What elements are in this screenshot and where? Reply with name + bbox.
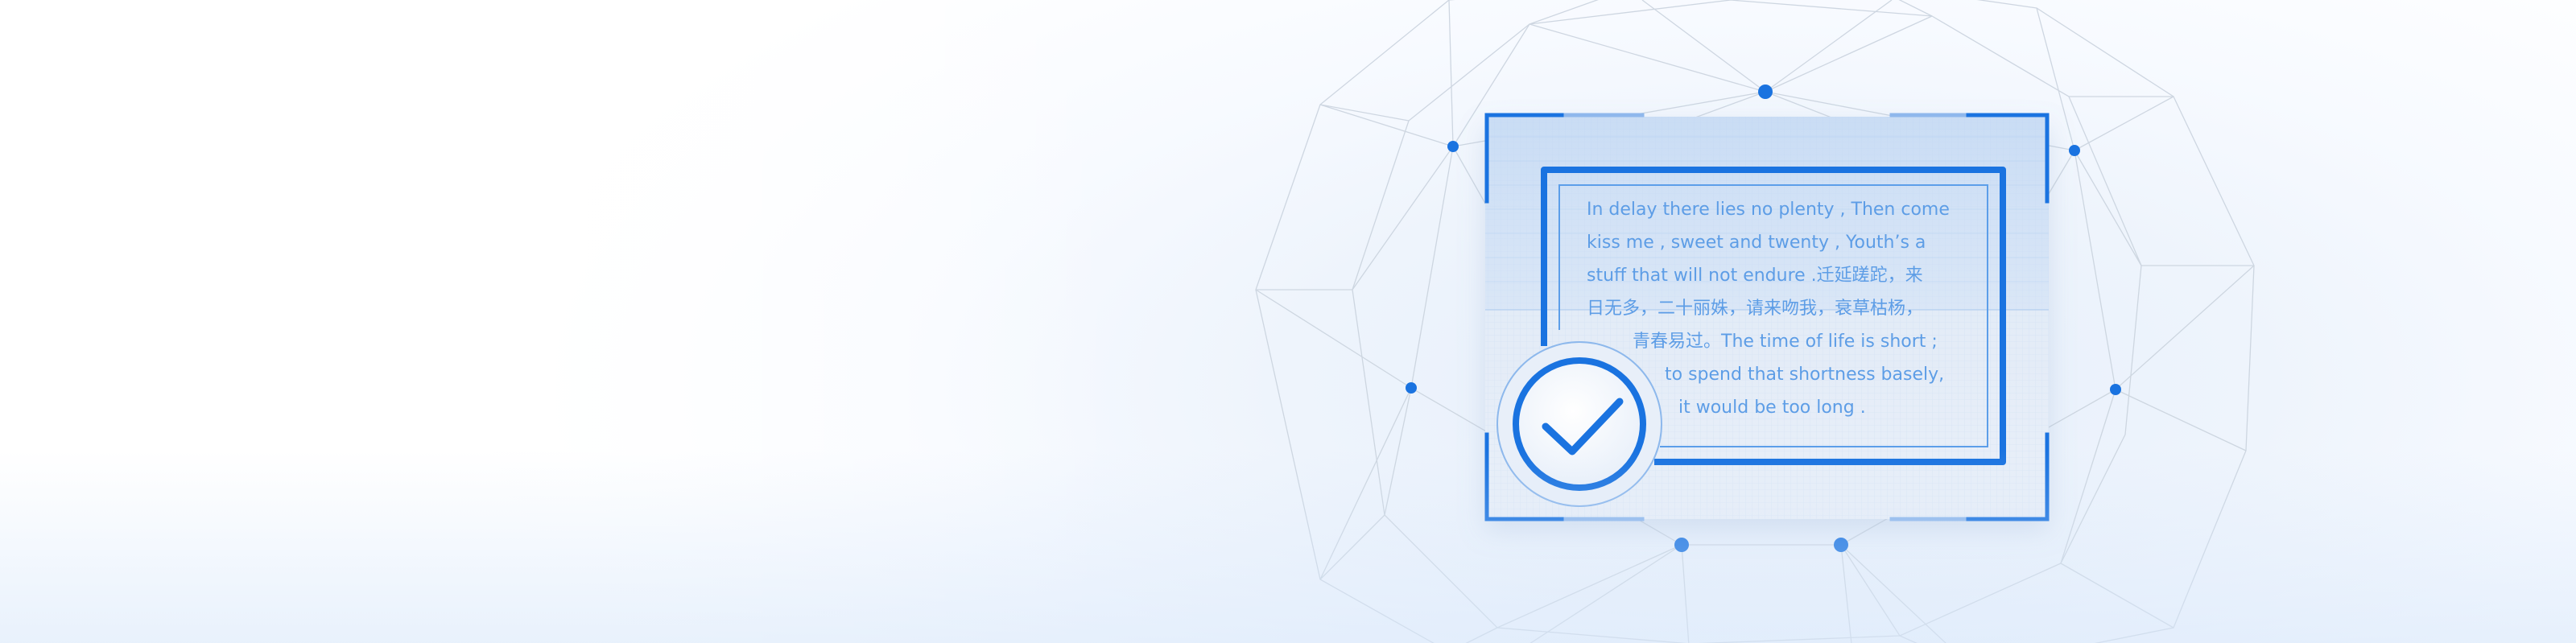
quote-text: In delay there lies no plenty , Then com… (1578, 193, 1964, 435)
quote-line: 日无多，二十丽姝，请来吻我，衰草枯杨， (1587, 299, 1924, 319)
quote-line: kiss me , sweet and twenty , Youth’s a (1587, 233, 1926, 253)
quote-line: it would be too long . (1678, 398, 1866, 418)
quote-line: In delay there lies no plenty , Then com… (1587, 200, 1950, 220)
quote-line: 青春易过。The time of life is short ; (1633, 332, 1938, 352)
banner-background: In delay there lies no plenty , Then com… (0, 0, 2576, 643)
quote-line: to spend that shortness basely, (1665, 365, 1945, 385)
network-illustration (1255, 0, 2255, 643)
quote-line: stuff that will not endure .迁延蹉跎，来 (1587, 266, 1923, 286)
